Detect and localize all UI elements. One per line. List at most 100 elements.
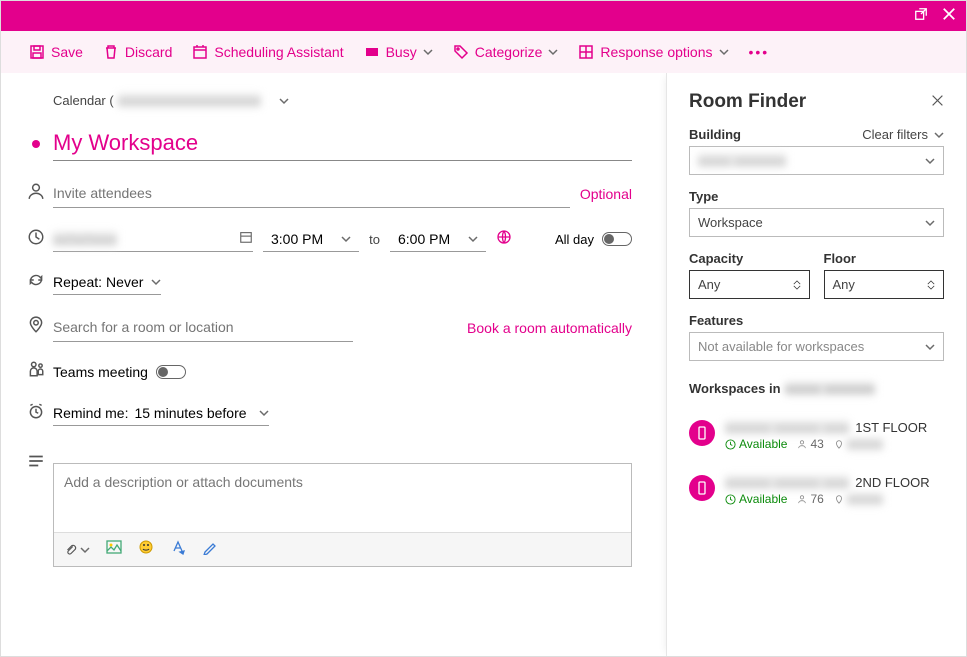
scheduling-label: Scheduling Assistant: [214, 44, 343, 60]
alarm-icon: [27, 402, 45, 425]
capacity-value: Any: [698, 277, 720, 292]
date-picker[interactable]: xx/xx/xxxx: [53, 226, 253, 252]
building-label: Building: [689, 127, 741, 142]
optional-attendees-link[interactable]: Optional: [580, 186, 632, 202]
repeat-value: Never: [106, 274, 143, 290]
calendar-label: Calendar (: [53, 93, 114, 108]
calendar-selector[interactable]: Calendar ( xxxxxxxxxxxxxxxxxxxxxx: [53, 93, 632, 108]
bullet-icon: [32, 140, 40, 148]
discard-label: Discard: [125, 44, 172, 60]
close-icon[interactable]: [942, 7, 956, 26]
repeat-label: Repeat:: [53, 274, 102, 290]
attach-icon[interactable]: [64, 543, 90, 557]
description-toolbar: [54, 532, 631, 566]
location-row: Book a room automatically: [19, 313, 632, 342]
start-time-select[interactable]: 3:00 PM: [263, 227, 359, 252]
floor-label: Floor: [824, 251, 857, 266]
date-value-redacted: xx/xx/xxxx: [53, 231, 117, 247]
timezone-icon[interactable]: [496, 229, 512, 250]
save-label: Save: [51, 44, 83, 60]
reminder-row: Remind me: 15 minutes before: [19, 401, 632, 426]
end-time-select[interactable]: 6:00 PM: [390, 227, 486, 252]
response-options-dropdown[interactable]: Response options: [578, 44, 728, 60]
type-dropdown[interactable]: Workspace: [689, 208, 944, 237]
capacity-label: Capacity: [689, 251, 743, 266]
categorize-label: Categorize: [475, 44, 543, 60]
features-dropdown[interactable]: Not available for workspaces: [689, 332, 944, 361]
teams-meeting-toggle[interactable]: [156, 365, 186, 379]
event-form: Calendar ( xxxxxxxxxxxxxxxxxxxxxx Option…: [1, 73, 666, 656]
popout-icon[interactable]: [914, 7, 928, 26]
reminder-select[interactable]: Remind me: 15 minutes before: [53, 401, 269, 426]
repeat-select[interactable]: Repeat: Never: [53, 270, 161, 295]
workspace-icon: [689, 420, 715, 446]
categorize-dropdown[interactable]: Categorize: [453, 44, 559, 60]
type-label: Type: [689, 189, 718, 204]
discard-button[interactable]: Discard: [103, 44, 172, 60]
title-row: [19, 126, 632, 161]
location-badge: xxxxxx: [834, 437, 883, 451]
datetime-row: xx/xx/xxxx 3:00 PM to 6:00 PM All day: [19, 226, 632, 252]
workspace-icon: [689, 475, 715, 501]
description-textarea[interactable]: Add a description or attach documents: [54, 464, 631, 532]
features-value: Not available for workspaces: [698, 339, 864, 354]
room-finder-pane: Room Finder Building Clear filters xxxxx…: [666, 73, 966, 656]
workspace-result[interactable]: xxxxxxx xxxxxxx xxxx 2ND FLOOR Available…: [689, 475, 944, 506]
room-finder-title: Room Finder: [689, 91, 806, 113]
scheduling-assistant-button[interactable]: Scheduling Assistant: [192, 44, 343, 60]
response-label: Response options: [600, 44, 712, 60]
close-room-finder-icon[interactable]: [931, 94, 944, 110]
workspace-floor: 2ND FLOOR: [855, 475, 929, 490]
location-icon: [27, 316, 45, 339]
book-room-auto-link[interactable]: Book a room automatically: [467, 320, 632, 336]
building-value-redacted: xxxxx xxxxxxxx: [698, 153, 786, 168]
image-icon[interactable]: [106, 540, 122, 559]
location-input[interactable]: [53, 313, 353, 342]
building-dropdown[interactable]: xxxxx xxxxxxxx: [689, 146, 944, 175]
teams-meeting-label: Teams meeting: [53, 364, 148, 380]
repeat-icon: [27, 271, 45, 294]
attendees-row: Optional: [19, 179, 632, 208]
workspaces-heading: Workspaces in xxxxx xxxxxxx: [689, 381, 944, 396]
workspaces-location-redacted: xxxxx xxxxxxx: [785, 381, 875, 396]
command-toolbar: Save Discard Scheduling Assistant Busy C…: [1, 31, 966, 73]
availability-badge: Available: [725, 437, 787, 451]
more-options-button[interactable]: •••: [749, 44, 770, 60]
capacity-badge: 43: [797, 437, 823, 451]
save-button[interactable]: Save: [29, 44, 83, 60]
busy-label: Busy: [386, 44, 417, 60]
remind-value: 15 minutes before: [134, 405, 246, 421]
window-title-bar: [1, 1, 966, 31]
calendar-icon: [239, 230, 253, 247]
clear-filters-link[interactable]: Clear filters: [862, 127, 944, 142]
busy-dropdown[interactable]: Busy: [364, 44, 433, 60]
workspace-name-redacted: xxxxxxx xxxxxxx xxxx: [725, 475, 849, 490]
floor-spinner[interactable]: Any: [824, 270, 945, 299]
pen-icon[interactable]: [202, 539, 218, 560]
person-icon: [27, 182, 45, 205]
attendees-input[interactable]: [53, 179, 570, 208]
availability-badge: Available: [725, 492, 787, 506]
floor-value: Any: [833, 277, 855, 292]
event-title-input[interactable]: [53, 126, 632, 161]
teams-row: Teams meeting: [19, 360, 632, 383]
calendar-name-redacted: xxxxxxxxxxxxxxxxxxxxxx: [118, 93, 261, 108]
remind-label: Remind me:: [53, 405, 128, 421]
location-badge: xxxxxx: [834, 492, 883, 506]
emoji-icon[interactable]: [138, 539, 154, 560]
all-day-toggle[interactable]: [602, 232, 632, 246]
capacity-spinner[interactable]: Any: [689, 270, 810, 299]
capacity-badge: 76: [797, 492, 823, 506]
all-day-label: All day: [555, 232, 594, 247]
workspace-name-redacted: xxxxxxx xxxxxxx xxxx: [725, 420, 849, 435]
teams-icon: [27, 360, 45, 383]
features-label: Features: [689, 313, 743, 328]
type-value: Workspace: [698, 215, 763, 230]
to-label: to: [369, 232, 380, 247]
clock-icon: [27, 228, 45, 251]
workspace-result[interactable]: xxxxxxx xxxxxxx xxxx 1ST FLOOR Available…: [689, 420, 944, 451]
format-icon[interactable]: [170, 539, 186, 560]
repeat-row: Repeat: Never: [19, 270, 632, 295]
description-icon: [27, 452, 45, 475]
start-time-value: 3:00 PM: [271, 231, 323, 247]
